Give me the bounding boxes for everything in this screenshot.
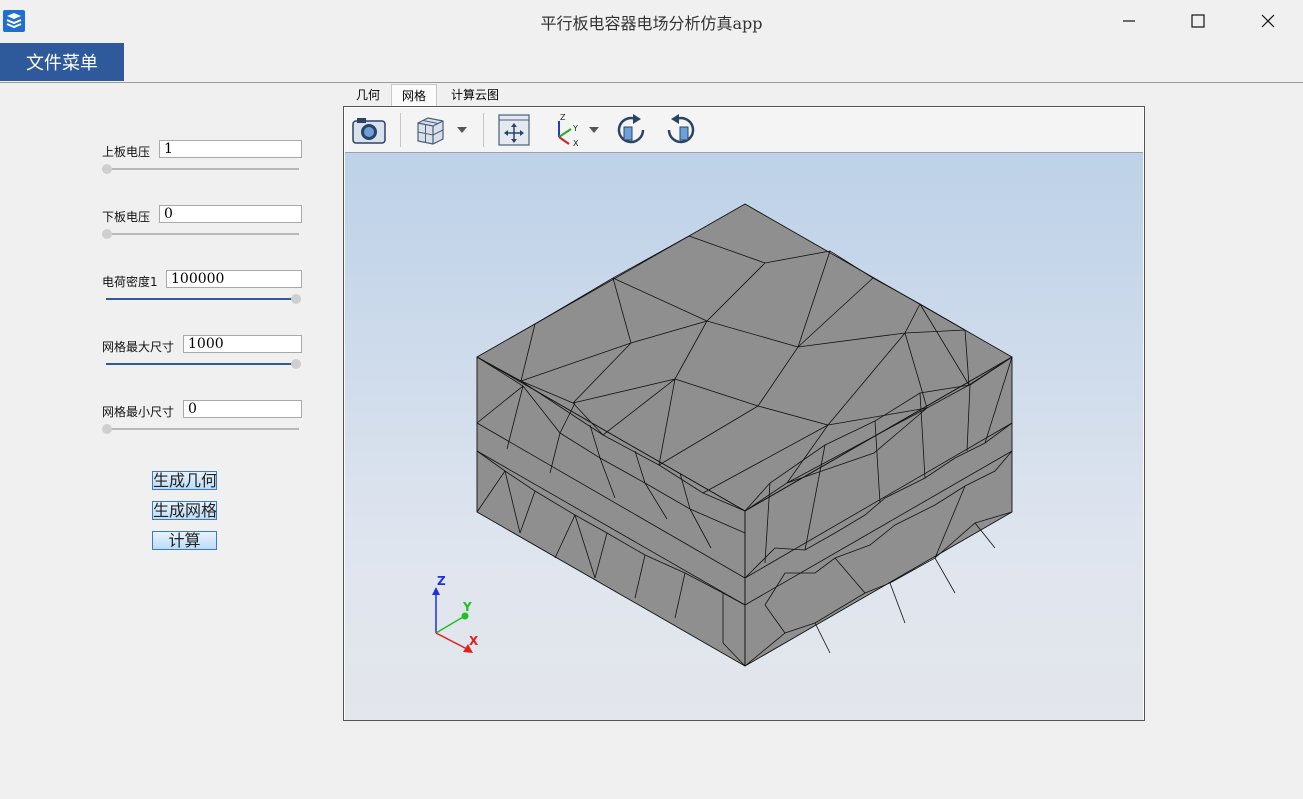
charge-density-slider[interactable] [106,293,301,305]
mesh-min-label: 网格最小尺寸 [102,405,175,419]
camera-icon [352,118,386,144]
tab-mesh[interactable]: 网格 [391,84,437,106]
rotate-ccw-icon [667,114,695,144]
mesh-max-slider[interactable] [106,358,301,370]
svg-text:X: X [573,139,579,147]
dropdown-arrow-icon [589,127,599,133]
triad-y-label: Y [462,600,472,614]
slider-thumb[interactable] [102,164,112,174]
view-cube-icon [417,117,444,145]
minimize-icon [1123,20,1135,22]
lower-voltage-slider[interactable] [102,228,299,240]
generate-mesh-button[interactable]: 生成网格 [152,501,217,520]
axis-triad: Z Y X [432,574,479,653]
charge-density-label: 电荷密度1 [102,275,158,289]
title-bar: 平行板电容器电场分析仿真app [0,0,1303,42]
upper-voltage-input[interactable]: 1 [159,140,302,158]
triad-z-label: Z [437,574,446,588]
mesh-viewer: Z Y X Z Y X [343,106,1145,721]
axes-orientation-icon: Z Y X [558,113,579,147]
svg-text:Z: Z [560,113,566,122]
file-menu-button[interactable]: 文件菜单 [0,43,124,81]
mesh-min-input[interactable]: 0 [183,400,302,418]
tab-result-contour[interactable]: 计算云图 [442,84,508,106]
compute-button[interactable]: 计算 [152,531,217,550]
tab-geometry[interactable]: 几何 [347,84,389,106]
viewer-toolbar: Z Y X [345,108,1143,153]
rotate-cw-button[interactable] [613,113,651,147]
slider-thumb[interactable] [291,294,301,304]
lower-voltage-label: 下板电压 [102,210,151,224]
fit-view-icon [498,114,530,146]
svg-text:Y: Y [572,124,578,133]
mesh-max-label: 网格最大尺寸 [102,340,175,354]
screenshot-button[interactable] [349,113,389,147]
dropdown-arrow-icon [457,127,467,133]
menu-bar: 文件菜单 [0,42,1303,83]
mesh-max-input[interactable]: 1000 [183,335,302,353]
axes-orientation-button[interactable]: Z Y X [548,113,584,147]
lower-voltage-input[interactable]: 0 [159,205,302,223]
slider-thumb[interactable] [102,424,112,434]
charge-density-input[interactable]: 100000 [166,270,302,288]
axes-dropdown[interactable] [587,113,601,147]
view-cube-dropdown[interactable] [455,113,469,147]
maximize-button[interactable] [1163,0,1233,42]
triad-x-label: X [469,634,479,648]
slider-thumb[interactable] [291,359,301,369]
upper-voltage-label: 上板电压 [102,145,151,159]
close-button[interactable] [1233,0,1303,42]
upper-voltage-slider[interactable] [102,163,299,175]
triad-x-axis [435,632,468,650]
slider-thumb[interactable] [102,229,112,239]
minimize-button[interactable] [1094,0,1164,42]
rotate-ccw-button[interactable] [661,113,699,147]
maximize-icon [1191,14,1205,28]
render-canvas[interactable]: Z Y X [345,153,1143,720]
generate-geometry-button[interactable]: 生成几何 [152,471,217,490]
close-icon [1261,14,1275,28]
rotate-cw-icon [617,114,645,144]
mesh-min-slider[interactable] [102,423,299,435]
view-cube-button[interactable] [411,113,449,147]
triad-y-axis [435,616,464,634]
fit-view-button[interactable] [495,113,533,147]
